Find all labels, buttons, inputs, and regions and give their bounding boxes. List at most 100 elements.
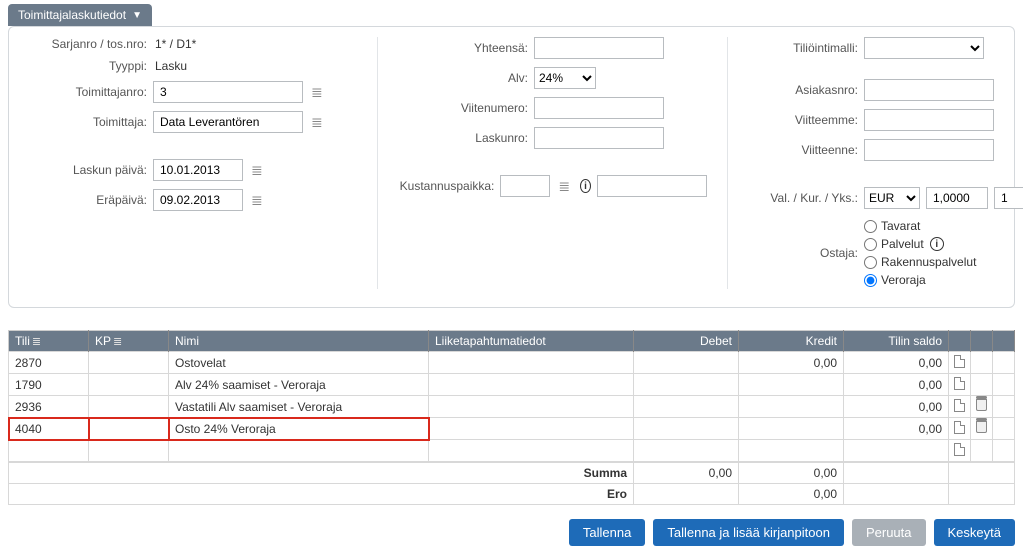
info-icon[interactable]: i	[930, 237, 944, 251]
th-ledger[interactable]: Liiketapahtumatiedot	[429, 331, 634, 352]
cell-credit[interactable]: 0,00	[739, 352, 844, 374]
cell-account[interactable]: 2936	[9, 396, 89, 418]
ref-input[interactable]	[534, 97, 664, 119]
cell-name: Osto 24% Veroraja	[169, 418, 429, 440]
cell-debit[interactable]	[634, 396, 739, 418]
table-row[interactable]: 2936Vastatili Alv saamiset - Veroraja0,0…	[9, 396, 1015, 418]
cell-ledger[interactable]	[429, 352, 634, 374]
cell-account[interactable]: 4040	[9, 418, 89, 440]
sum-debit: 0,00	[634, 463, 739, 484]
cell-debit[interactable]	[634, 352, 739, 374]
save-and-post-button[interactable]: Tallenna ja lisää kirjanpitoon	[653, 519, 844, 546]
rate-input[interactable]	[926, 187, 988, 209]
list-icon[interactable]: ≣	[556, 178, 572, 195]
list-icon[interactable]: ≣	[309, 84, 325, 101]
cell-account[interactable]: 1790	[9, 374, 89, 396]
th-account[interactable]: Tili≣	[9, 331, 89, 352]
list-icon: ≣	[30, 336, 41, 348]
calendar-icon[interactable]: ≣	[249, 162, 265, 179]
currency-select[interactable]: EUR	[864, 187, 920, 209]
calendar-icon[interactable]: ≣	[249, 192, 265, 209]
label-cost-center: Kustannuspaikka:	[398, 179, 494, 193]
cell-balance: 0,00	[844, 418, 949, 440]
cancel-button[interactable]: Peruuta	[852, 519, 926, 546]
info-icon[interactable]: i	[580, 179, 591, 193]
th-balance[interactable]: Tilin saldo	[844, 331, 949, 352]
cell-ledger[interactable]	[429, 418, 634, 440]
sum-label: Summa	[9, 463, 634, 484]
unit-input[interactable]	[994, 187, 1023, 209]
page-icon[interactable]	[949, 396, 971, 418]
due-date-input[interactable]	[153, 189, 243, 211]
abort-button[interactable]: Keskeytä	[934, 519, 1015, 546]
cell-balance: 0,00	[844, 352, 949, 374]
button-bar: Tallenna Tallenna ja lisää kirjanpitoon …	[8, 519, 1015, 546]
cell-credit[interactable]	[739, 418, 844, 440]
cell-debit[interactable]	[634, 418, 739, 440]
col-left: Sarjanro / tos.nro: 1* / D1* Tyyppi: Las…	[17, 37, 357, 289]
table-row[interactable]: 2870Ostovelat0,000,00	[9, 352, 1015, 374]
cell-kp[interactable]	[89, 396, 169, 418]
blank-cell	[993, 374, 1015, 396]
table-row-empty[interactable]	[9, 440, 1015, 462]
cell-debit[interactable]	[634, 374, 739, 396]
cost-center-name-input[interactable]	[597, 175, 707, 197]
th-kp[interactable]: KP≣	[89, 331, 169, 352]
radio-services[interactable]	[864, 238, 877, 251]
radio-veroraja[interactable]	[864, 274, 877, 287]
cell-credit[interactable]	[739, 374, 844, 396]
label-supplier: Toimittaja:	[17, 115, 147, 129]
cost-center-code-input[interactable]	[500, 175, 550, 197]
supplier-no-input[interactable]	[153, 81, 303, 103]
page-icon[interactable]	[949, 374, 971, 396]
vat-select[interactable]: 24%	[534, 67, 596, 89]
sum-credit: 0,00	[739, 463, 844, 484]
trash-icon[interactable]	[971, 374, 993, 396]
cell-balance: 0,00	[844, 374, 949, 396]
form-panel: Sarjanro / tos.nro: 1* / D1* Tyyppi: Las…	[8, 26, 1015, 308]
th-name[interactable]: Nimi	[169, 331, 429, 352]
cell-account[interactable]: 2870	[9, 352, 89, 374]
table-row[interactable]: 1790Alv 24% saamiset - Veroraja0,00	[9, 374, 1015, 396]
label-buyer: Ostaja:	[748, 246, 858, 260]
cell-kp[interactable]	[89, 418, 169, 440]
cell-ledger[interactable]	[429, 374, 634, 396]
page-icon[interactable]	[949, 440, 971, 462]
trash-icon[interactable]	[971, 418, 993, 440]
diff-label: Ero	[9, 484, 634, 505]
invoice-date-input[interactable]	[153, 159, 243, 181]
accmodel-select[interactable]	[864, 37, 984, 59]
radio-construction[interactable]	[864, 256, 877, 269]
ourref-input[interactable]	[864, 109, 994, 131]
save-button[interactable]: Tallenna	[569, 519, 645, 546]
cell-ledger[interactable]	[429, 396, 634, 418]
custno-input[interactable]	[864, 79, 994, 101]
page-icon[interactable]	[949, 352, 971, 374]
cell-kp[interactable]	[89, 374, 169, 396]
table-row[interactable]: 4040 Osto 24% Veroraja 0,00	[9, 418, 1015, 440]
blank-cell	[993, 396, 1015, 418]
cell-kp[interactable]	[89, 352, 169, 374]
label-supplier-no: Toimittajanro:	[17, 85, 147, 99]
value-serial: 1* / D1*	[153, 37, 196, 51]
trash-icon[interactable]	[971, 396, 993, 418]
list-icon[interactable]: ≣	[309, 114, 325, 131]
label-vat: Alv:	[398, 71, 528, 85]
cell-credit[interactable]	[739, 396, 844, 418]
yourref-input[interactable]	[864, 139, 994, 161]
total-input[interactable]	[534, 37, 664, 59]
th-debit[interactable]: Debet	[634, 331, 739, 352]
page-icon[interactable]	[949, 418, 971, 440]
radio-goods[interactable]	[864, 220, 877, 233]
tab-supplier-invoice[interactable]: Toimittajalaskutiedot ▼	[8, 4, 152, 26]
th-blank2	[971, 331, 993, 352]
th-credit[interactable]: Kredit	[739, 331, 844, 352]
supplier-input[interactable]	[153, 111, 303, 133]
label-goods: Tavarat	[881, 219, 920, 233]
label-serial: Sarjanro / tos.nro:	[17, 37, 147, 51]
blank-cell	[993, 418, 1015, 440]
cell-balance: 0,00	[844, 396, 949, 418]
trash-icon[interactable]	[971, 352, 993, 374]
label-accmodel: Tiliöintimalli:	[748, 41, 858, 55]
invno-input[interactable]	[534, 127, 664, 149]
